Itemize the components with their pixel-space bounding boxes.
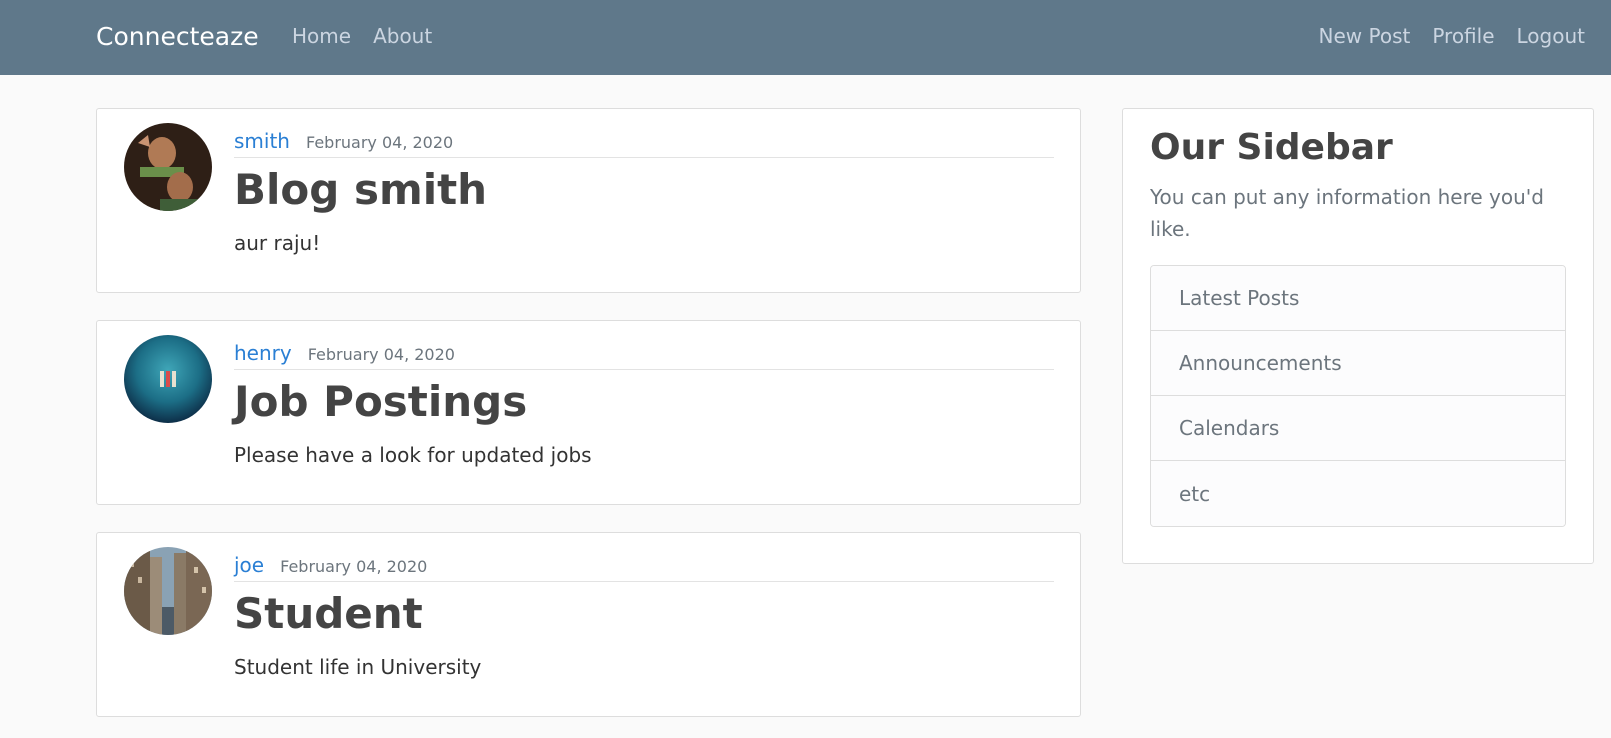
post-title-link[interactable]: Job Postings <box>234 377 527 426</box>
post-content: Please have a look for updated jobs <box>234 443 592 467</box>
nav-left: Home About <box>292 24 432 48</box>
post-date: February 04, 2020 <box>307 345 455 364</box>
avatar <box>124 123 212 211</box>
post-author-link[interactable]: smith <box>234 129 290 153</box>
nav-home-link[interactable]: Home <box>292 24 351 48</box>
sidebar-item-calendars[interactable]: Calendars <box>1151 396 1565 461</box>
sidebar-text: You can put any information here you'd l… <box>1150 185 1544 241</box>
sidebar-item-latest-posts[interactable]: Latest Posts <box>1151 266 1565 331</box>
post-content: aur raju! <box>234 231 321 255</box>
post-meta: henry February 04, 2020 <box>234 341 1054 370</box>
nav-right: New Post Profile Logout <box>1319 24 1586 48</box>
post-card: henry February 04, 2020 Job Postings Ple… <box>96 320 1081 505</box>
sidebar-list: Latest Posts Announcements Calendars etc <box>1150 265 1566 527</box>
post-content: Student life in University <box>234 655 482 679</box>
avatar <box>124 335 212 423</box>
post-card: joe February 04, 2020 Student Student li… <box>96 532 1081 717</box>
post-title-link[interactable]: Blog smith <box>234 165 487 214</box>
sidebar-item-announcements[interactable]: Announcements <box>1151 331 1565 396</box>
post-card: smith February 04, 2020 Blog smith aur r… <box>96 108 1081 293</box>
post-date: February 04, 2020 <box>305 133 454 152</box>
post-author-link[interactable]: joe <box>234 553 264 577</box>
post-title-link[interactable]: Student <box>234 589 423 638</box>
post-author-link[interactable]: henry <box>234 341 292 365</box>
avatar <box>124 547 212 635</box>
post-meta: joe February 04, 2020 <box>234 553 1054 582</box>
navbar: Connecteaze Home About New Post Profile … <box>0 0 1611 75</box>
post-date: February 04, 2020 <box>280 557 428 576</box>
post-meta: smith February 04, 2020 <box>234 129 1054 158</box>
nav-new-post-link[interactable]: New Post <box>1319 24 1411 48</box>
sidebar-item-etc[interactable]: etc <box>1151 461 1565 526</box>
sidebar-title: Our Sidebar <box>1150 127 1393 168</box>
sidebar: Our Sidebar You can put any information … <box>1122 108 1594 564</box>
nav-about-link[interactable]: About <box>373 24 432 48</box>
nav-profile-link[interactable]: Profile <box>1432 24 1494 48</box>
nav-logout-link[interactable]: Logout <box>1517 24 1585 48</box>
brand-link[interactable]: Connecteaze <box>96 22 259 51</box>
